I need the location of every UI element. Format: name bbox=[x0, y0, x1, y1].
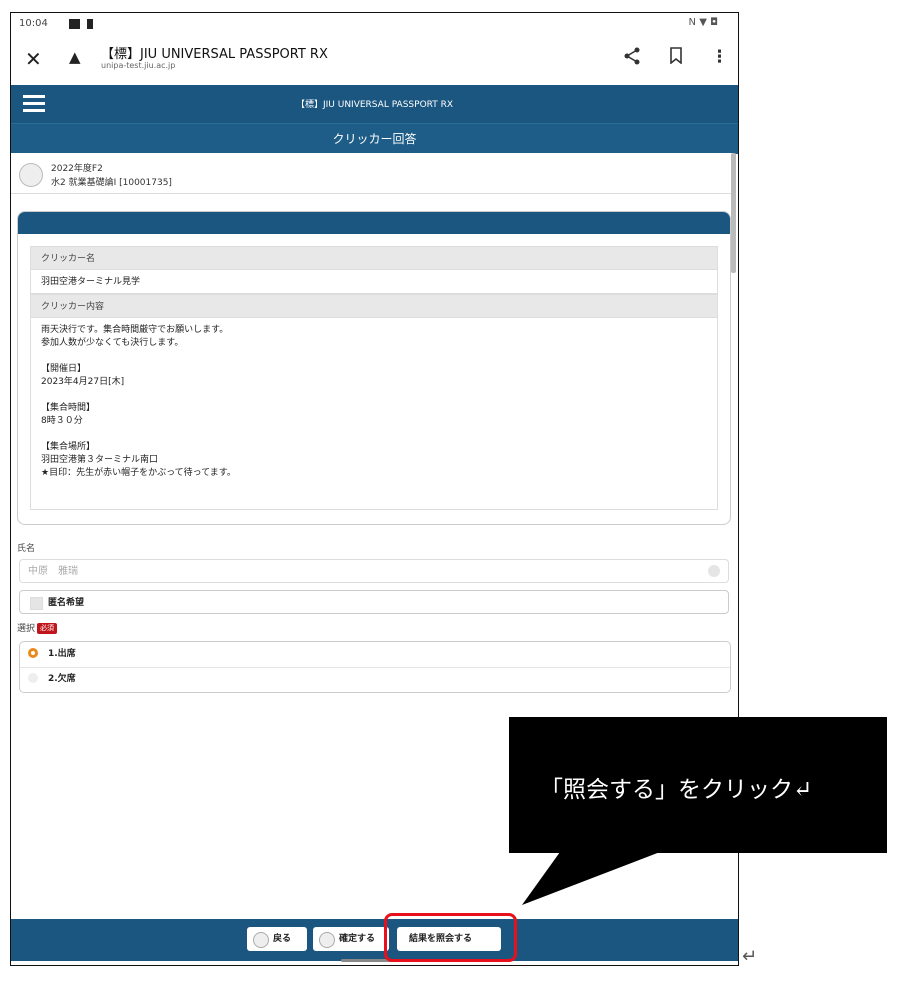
callout-shape bbox=[509, 717, 887, 905]
return-mark: ↵ bbox=[742, 946, 758, 967]
callout-text: 「照会する」をクリック↵ bbox=[540, 777, 813, 803]
